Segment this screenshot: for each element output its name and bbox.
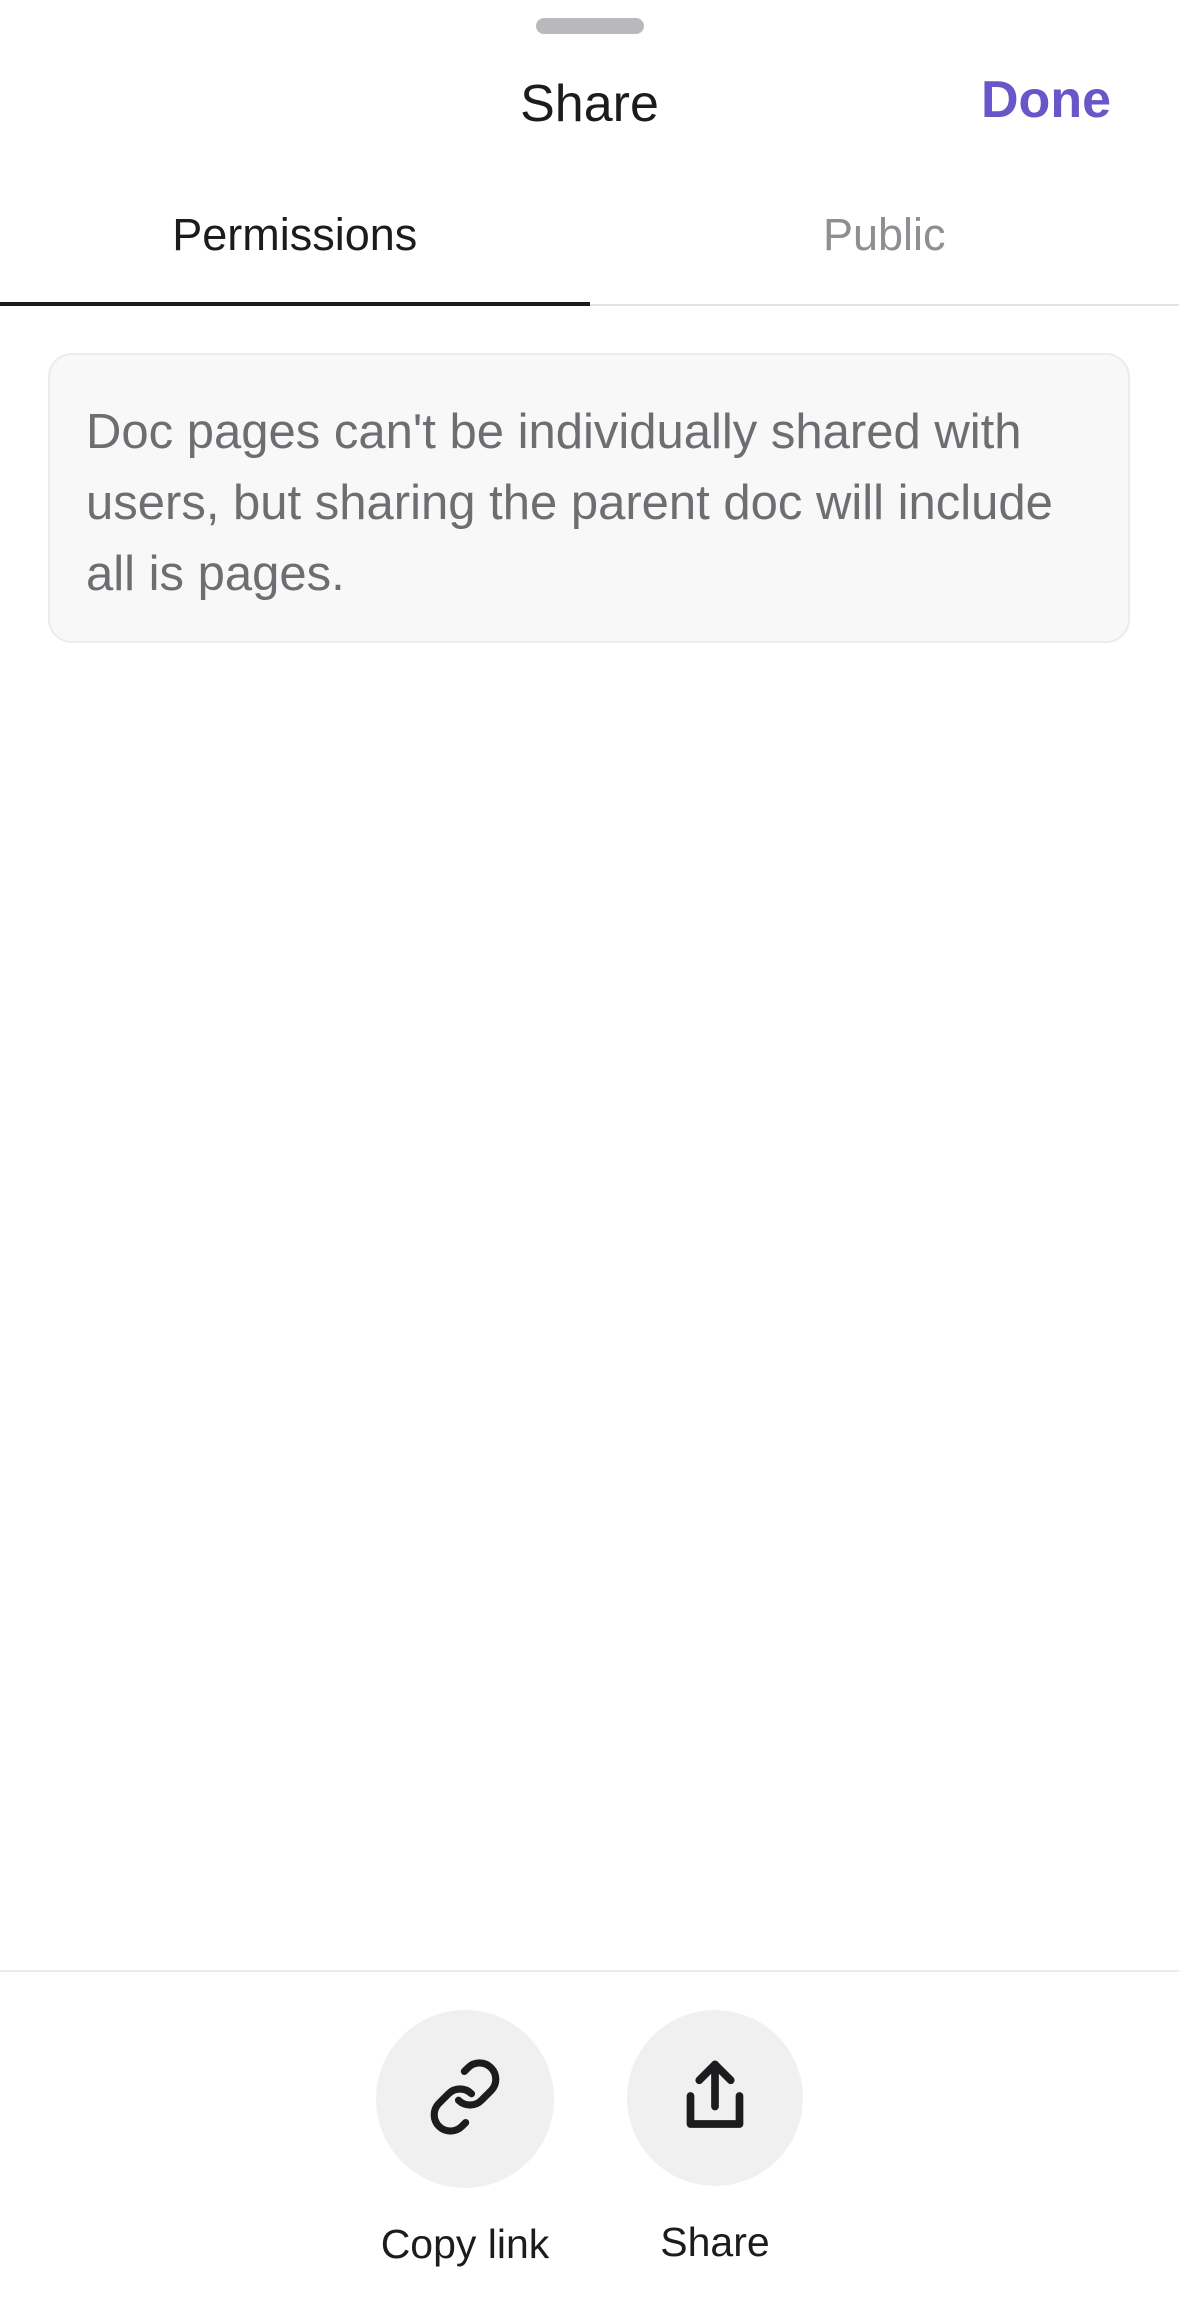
- copy-link-label: Copy link: [365, 2218, 565, 2270]
- link-icon: [426, 2058, 504, 2141]
- share-label: Share: [615, 2216, 815, 2268]
- share-icon: [673, 2054, 757, 2143]
- action-footer: Copy link Share: [0, 1970, 1179, 2311]
- tab-bar: Permissions Public: [0, 180, 1179, 306]
- share-sheet: Share Done Permissions Public Doc pages …: [0, 0, 1179, 2309]
- tab-public[interactable]: Public: [590, 180, 1179, 304]
- share-button[interactable]: Share: [615, 2010, 815, 2268]
- done-button[interactable]: Done: [981, 68, 1111, 132]
- info-message: Doc pages can't be individually shared w…: [86, 397, 1092, 610]
- tab-permissions[interactable]: Permissions: [0, 180, 590, 304]
- copy-link-circle: [376, 2010, 554, 2188]
- info-notice: Doc pages can't be individually shared w…: [48, 353, 1130, 643]
- share-circle: [627, 2010, 803, 2186]
- sheet-grabber[interactable]: [536, 18, 644, 34]
- copy-link-button[interactable]: Copy link: [365, 2010, 565, 2270]
